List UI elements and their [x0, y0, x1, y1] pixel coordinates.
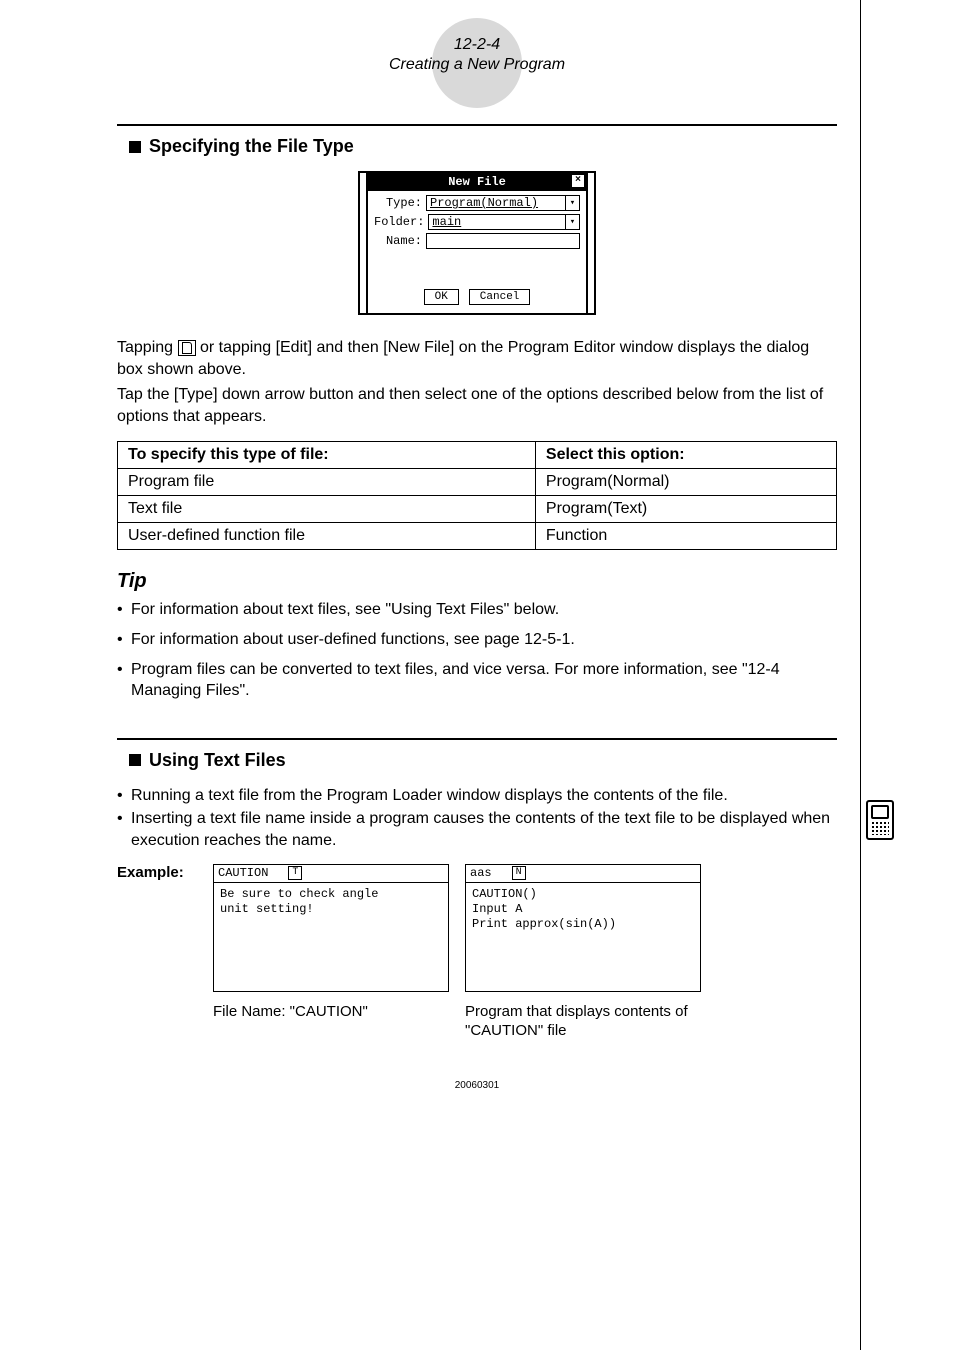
new-file-icon	[178, 340, 196, 356]
square-bullet-icon	[129, 141, 141, 153]
dialog-title-text: New File	[448, 175, 506, 189]
folder-dropdown[interactable]: main	[428, 214, 580, 230]
paragraph: Tap the [Type] down arrow button and the…	[117, 384, 837, 427]
horizontal-rule	[117, 124, 837, 126]
example-left-body: Be sure to check angle unit setting!	[213, 882, 449, 992]
horizontal-rule	[117, 738, 837, 740]
section-heading-text: Using Text Files	[149, 750, 286, 771]
name-label: Name:	[374, 234, 422, 248]
folder-value: main	[432, 215, 461, 229]
chevron-down-icon[interactable]	[565, 196, 579, 210]
table-row: Program file Program(Normal)	[118, 469, 837, 496]
page-header: 12-2-4 Creating a New Program	[327, 36, 627, 74]
page-number: 12-2-4	[327, 36, 627, 54]
file-type-table: To specify this type of file: Select thi…	[117, 441, 837, 550]
type-dropdown[interactable]: Program(Normal)	[426, 195, 580, 211]
chapter-title: Creating a New Program	[327, 56, 627, 74]
name-input[interactable]	[426, 233, 580, 249]
example-left-title: CAUTION	[218, 866, 268, 880]
footer-number: 20060301	[50, 1080, 904, 1091]
paragraph: Tapping or tapping [Edit] and then [New …	[117, 337, 837, 380]
list-item: Program files can be converted to text f…	[117, 659, 837, 702]
example-left-panel: CAUTION T Be sure to check angle unit se…	[213, 864, 449, 1022]
chevron-down-icon[interactable]	[565, 215, 579, 229]
folder-label: Folder:	[374, 215, 424, 229]
new-file-dialog: New File × Type: Program(Normal) Fol	[366, 171, 588, 315]
type-value: Program(Normal)	[430, 196, 538, 210]
type-label: Type:	[374, 196, 422, 210]
example-label: Example:	[117, 864, 197, 881]
example-right-body: CAUTION() Input A Print approx(sin(A))	[465, 882, 701, 992]
list-item: For information about user-defined funct…	[117, 629, 837, 651]
list-item: Running a text file from the Program Loa…	[117, 785, 837, 807]
list-item: For information about text files, see "U…	[117, 599, 837, 621]
example-right-caption: Program that displays contents of "CAUTI…	[465, 1002, 701, 1041]
dialog-close-button[interactable]: ×	[571, 174, 585, 188]
table-header: To specify this type of file:	[118, 442, 536, 469]
list-item: Inserting a text file name inside a prog…	[117, 808, 837, 851]
type-tag-t: T	[288, 866, 302, 880]
ok-button[interactable]: OK	[424, 289, 459, 305]
section-heading-text-files: Using Text Files	[129, 750, 837, 771]
example-right-title: aas	[470, 866, 492, 880]
tip-list: For information about text files, see "U…	[117, 599, 837, 701]
type-tag-n: N	[512, 866, 526, 880]
section-heading-file-type: Specifying the File Type	[129, 136, 837, 157]
table-row: User-defined function file Function	[118, 523, 837, 550]
example-left-caption: File Name: "CAUTION"	[213, 1002, 449, 1022]
dialog-right-sliver	[588, 171, 596, 315]
table-header: Select this option:	[535, 442, 836, 469]
example-right-panel: aas N CAUTION() Input A Print approx(sin…	[465, 864, 701, 1041]
dialog-left-sliver	[358, 171, 366, 315]
text-files-list: Running a text file from the Program Loa…	[117, 785, 837, 852]
table-row: Text file Program(Text)	[118, 496, 837, 523]
square-bullet-icon	[129, 754, 141, 766]
dialog-titlebar: New File ×	[368, 173, 586, 191]
tip-heading: Tip	[117, 570, 837, 593]
section-heading-text: Specifying the File Type	[149, 136, 354, 157]
cancel-button[interactable]: Cancel	[469, 289, 531, 305]
